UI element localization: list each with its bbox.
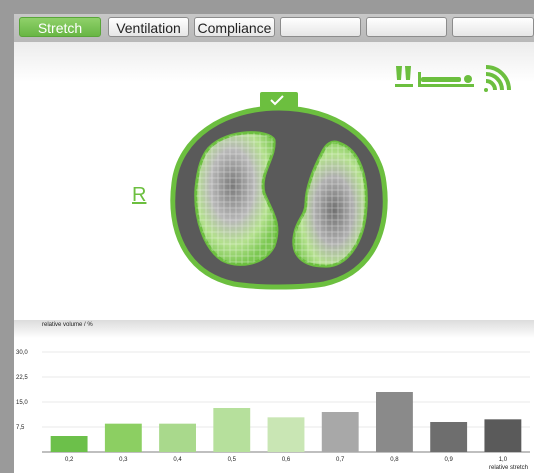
y-tick-label: 15,0 — [16, 400, 28, 406]
histogram-bar — [104, 423, 142, 452]
x-tick-label: 0,9 — [444, 457, 453, 463]
app-frame: Stretch Ventilation Compliance R relativ… — [14, 14, 534, 473]
histogram-bar — [267, 417, 305, 452]
tab-ventilation[interactable]: Ventilation — [108, 17, 189, 37]
x-axis-label: relative stretch — [489, 465, 528, 471]
x-tick-label: 0,5 — [228, 457, 237, 463]
x-tick-label: 0,7 — [336, 457, 345, 463]
side-label: R — [132, 184, 147, 206]
eit-lung-image — [170, 92, 388, 290]
patient-supine-icon — [418, 72, 474, 87]
y-axis-label: relative volume / % — [42, 322, 93, 328]
x-tick-label: 1,0 — [499, 457, 508, 463]
histogram-bar — [321, 412, 359, 452]
y-tick-label: 30,0 — [16, 350, 28, 356]
histogram-bar — [376, 392, 413, 452]
x-tick-label: 0,3 — [119, 457, 128, 463]
histogram-bar — [484, 419, 522, 452]
tab-stretch[interactable]: Stretch — [19, 17, 101, 37]
y-tick-label: 22,5 — [16, 375, 28, 381]
x-tick-label: 0,2 — [65, 457, 74, 463]
tab-compliance[interactable]: Compliance — [194, 17, 275, 37]
histogram-bar — [430, 422, 468, 452]
stretch-distribution-panel: relative volume / % 7,5 15,0 22,5 30,0 0,2 0,… — [14, 320, 534, 473]
wireless-signal-icon — [484, 65, 511, 92]
status-icons — [395, 65, 511, 92]
x-tick-label: 0,6 — [282, 457, 291, 463]
tab-bar: Stretch Ventilation Compliance — [14, 14, 534, 42]
lung-view-panel: R — [14, 42, 534, 332]
lung-region-right — [194, 131, 279, 266]
x-tick-label: 0,8 — [390, 457, 399, 463]
histogram-bar — [213, 408, 251, 452]
x-tick-label: 0,4 — [173, 457, 182, 463]
tab-empty-5[interactable] — [366, 17, 447, 37]
feet-icon — [395, 66, 413, 87]
stretch-histogram: 7,5 15,0 22,5 30,0 0,2 0,3 0,4 0,5 0,6 0,7 0,8 0,9 1… — [16, 350, 530, 471]
histogram-bar — [159, 423, 196, 452]
y-tick-label: 7,5 — [16, 425, 25, 431]
tab-empty-4[interactable] — [280, 17, 361, 37]
histogram-bar — [50, 436, 88, 452]
tab-empty-6[interactable] — [452, 17, 534, 37]
